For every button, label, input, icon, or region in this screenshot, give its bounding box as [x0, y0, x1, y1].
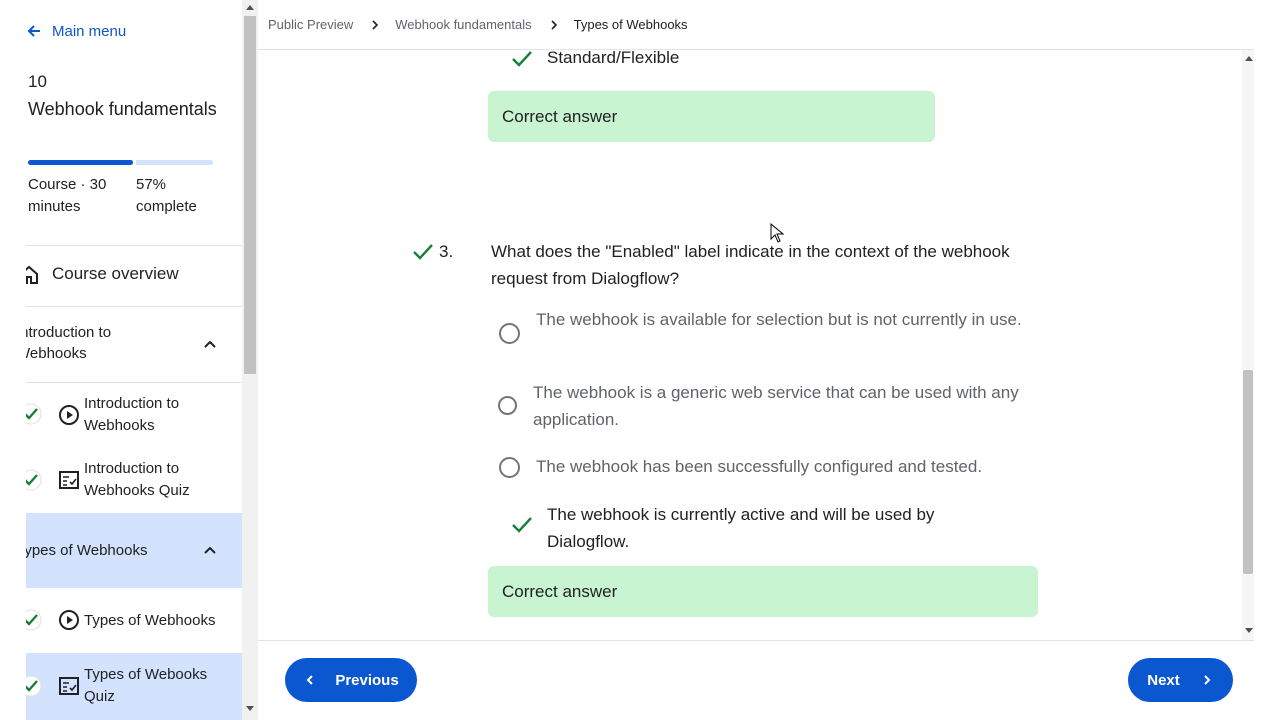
previous-button-label: Previous: [335, 671, 399, 689]
sidebar-item-label: Introduction to Webhooks: [84, 395, 180, 434]
feedback-text: Correct answer: [502, 581, 618, 601]
app-window: Main menu 10 Webhook fundamentals Course…: [0, 0, 1280, 720]
scroll-up-arrow-icon[interactable]: [246, 5, 254, 10]
check-icon: [512, 51, 532, 67]
sidebar-item-types-of-webooks-quiz[interactable]: Types of Webooks Quiz: [0, 653, 242, 720]
course-duration: Course · 30 minutes: [28, 176, 107, 215]
answer-option-1[interactable]: The webhook is available for selection b…: [536, 307, 1036, 334]
breadcrumb-public-preview[interactable]: Public Preview: [268, 17, 353, 32]
answer-radio-3[interactable]: [499, 457, 520, 478]
window-edge: [1254, 0, 1280, 720]
sidebar-item-introduction-to-webhooks-quiz[interactable]: Introduction to Webhooks Quiz: [0, 447, 242, 513]
mouse-cursor-icon: [770, 223, 784, 243]
chevron-right-icon: [551, 19, 557, 30]
main-menu-link[interactable]: Main menu: [26, 20, 126, 42]
answer-option-text: Standard/Flexible: [547, 50, 680, 67]
question-number: 3.: [439, 242, 454, 261]
play-circle-icon: [59, 405, 79, 425]
correct-answer-feedback: Correct answer: [488, 91, 935, 142]
course-progress-bar: [28, 160, 213, 165]
chevron-right-icon: [1204, 675, 1211, 685]
section-types-of-webhooks[interactable]: Types of Webhooks: [0, 513, 242, 588]
answer-option-text: The webhook is available for selection b…: [536, 310, 1022, 329]
chevron-left-icon: [306, 675, 314, 685]
section-introduction-to-webhooks[interactable]: Introduction to Webhooks: [0, 307, 242, 382]
course-completion: 57% complete: [136, 176, 197, 215]
course-overview-link[interactable]: Course overview: [0, 246, 242, 306]
section-label: Introduction to Webhooks: [16, 324, 112, 362]
answer-option-4-correct[interactable]: The webhook is currently active and will…: [547, 502, 977, 555]
answer-option-text: The webhook is currently active and will…: [547, 505, 935, 551]
next-button[interactable]: Next: [1128, 658, 1233, 702]
content-scrollbar-thumb[interactable]: [1243, 370, 1253, 574]
chevron-up-icon: [204, 546, 216, 554]
quiz-footer: Previous Next: [258, 640, 1254, 720]
sidebar-item-label: Types of Webooks Quiz: [84, 666, 208, 705]
question-correct-check-icon: [413, 244, 433, 260]
previous-button[interactable]: Previous: [285, 658, 417, 702]
course-title: Webhook fundamentals: [28, 99, 217, 119]
section-label: Types of Webhooks: [16, 542, 148, 559]
course-number: 10: [28, 72, 47, 91]
sidebar-item-types-of-webhooks[interactable]: Types of Webhooks: [0, 588, 242, 653]
breadcrumb-webhook-fundamentals[interactable]: Webhook fundamentals: [395, 17, 531, 32]
chevron-up-icon: [204, 340, 216, 348]
sidebar-item-label: Introduction to Webhooks Quiz: [84, 460, 190, 499]
sidebar-scrollbar-thumb[interactable]: [244, 16, 256, 374]
course-overview-label: Course overview: [52, 264, 179, 283]
chevron-right-icon: [372, 19, 379, 30]
question-text: What does the "Enabled" label indicate i…: [491, 242, 1010, 288]
answer-radio-2[interactable]: [498, 396, 517, 415]
correct-answer-feedback: Correct answer: [488, 566, 1038, 617]
next-button-label: Next: [1147, 671, 1180, 689]
answer-option-3[interactable]: The webhook has been successfully config…: [536, 454, 1056, 481]
quiz-content: Standard/Flexible Correct answer 3. What…: [258, 50, 1242, 640]
scroll-up-arrow-icon[interactable]: [1245, 56, 1253, 61]
course-sidebar: Main menu 10 Webhook fundamentals Course…: [0, 0, 242, 720]
play-circle-icon: [59, 610, 79, 630]
arrow-left-icon: [27, 25, 40, 37]
breadcrumb: Public Preview Webhook fundamentals Type…: [258, 0, 1254, 50]
sidebar-item-introduction-to-webhooks[interactable]: Introduction to Webhooks: [0, 383, 242, 447]
breadcrumb-current: Types of Webhooks: [573, 17, 688, 32]
scroll-down-arrow-icon[interactable]: [1245, 628, 1253, 633]
answer-radio-1[interactable]: [499, 323, 520, 344]
answer-option-2[interactable]: The webhook is a generic web service tha…: [533, 380, 1033, 433]
scroll-down-arrow-icon[interactable]: [246, 706, 254, 711]
answer-option-correct: Standard/Flexible: [547, 50, 1007, 72]
answer-option-text: The webhook has been successfully config…: [536, 457, 983, 476]
check-icon: [512, 517, 532, 533]
main-menu-label: Main menu: [52, 22, 127, 40]
quiz-icon: [59, 677, 79, 695]
answer-option-text: The webhook is a generic web service tha…: [533, 383, 1019, 429]
sidebar-item-label: Types of Webhooks: [84, 612, 216, 629]
quiz-icon: [59, 471, 79, 489]
feedback-text: Correct answer: [502, 106, 618, 126]
